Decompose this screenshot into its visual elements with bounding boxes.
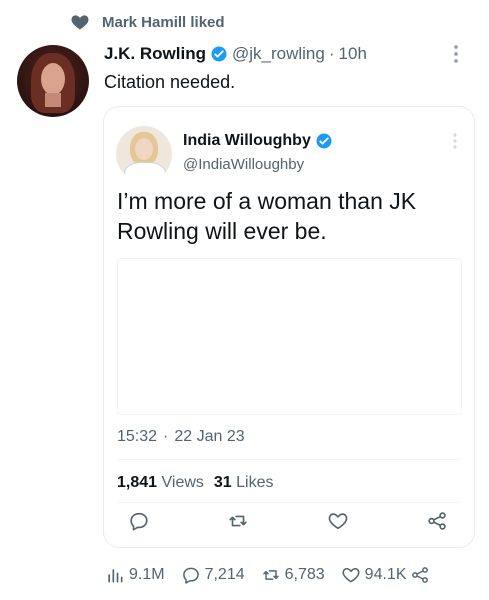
- views-icon[interactable]: [105, 565, 125, 585]
- tweet-text: Citation needed.: [104, 72, 236, 92]
- quoted-tweet-text: I’m more of a woman than JK Rowling will…: [117, 188, 417, 244]
- share-icon[interactable]: [410, 565, 430, 585]
- retweet-icon[interactable]: [227, 510, 249, 532]
- author-name[interactable]: J.K. Rowling: [104, 44, 206, 64]
- media-placeholder: [117, 258, 462, 415]
- author-handle[interactable]: @jk_rowling: [232, 44, 325, 64]
- separator: ·: [328, 44, 335, 63]
- quoted-author-label: India Willoughby: [183, 132, 311, 149]
- verified-icon: [211, 46, 227, 62]
- quoted-time: 15:32: [117, 428, 158, 445]
- retweet-count: 6,783: [284, 566, 325, 583]
- social-context-label: Mark Hamill liked: [102, 13, 225, 31]
- more-icon[interactable]: [451, 132, 459, 155]
- quoted-author-handle[interactable]: @IndiaWilloughby: [183, 156, 304, 173]
- like-icon[interactable]: [327, 510, 349, 532]
- share-icon[interactable]: [426, 510, 448, 532]
- quoted-date: 22 Jan 23: [174, 428, 245, 445]
- retweet-icon[interactable]: [261, 565, 281, 585]
- reply-icon[interactable]: [128, 510, 150, 532]
- quoted-avatar[interactable]: [116, 126, 172, 182]
- quoted-tweet-stats: 1,841 Views 31 Likes: [117, 474, 274, 492]
- heart-icon: [71, 15, 89, 30]
- quoted-tweet-actions: [128, 510, 448, 532]
- separator: ·: [163, 428, 169, 445]
- like-icon[interactable]: [341, 565, 361, 585]
- views-stat[interactable]: 1,841 Views: [117, 474, 204, 492]
- quoted-author-name[interactable]: India Willoughby: [183, 132, 333, 150]
- timestamp[interactable]: 10h: [339, 44, 367, 64]
- like-count: 94.1K: [364, 566, 407, 583]
- tweet-header: J.K. Rowling @jk_rowling · 10h: [104, 44, 367, 64]
- divider: [117, 502, 460, 503]
- reply-count: 7,214: [204, 566, 245, 583]
- tweet-stats-bar: 9.1M 7,214 6,783 94.1K: [105, 565, 430, 585]
- more-icon[interactable]: [452, 44, 460, 69]
- avatar[interactable]: [17, 45, 89, 117]
- verified-icon: [316, 133, 332, 149]
- social-context: Mark Hamill liked: [70, 12, 225, 32]
- reply-icon[interactable]: [181, 565, 201, 585]
- divider: [117, 459, 460, 460]
- views-count: 9.1M: [129, 566, 165, 583]
- quoted-tweet-timestamp[interactable]: 15:32 · 22 Jan 23: [117, 428, 245, 446]
- likes-stat[interactable]: 31 Likes: [214, 474, 274, 492]
